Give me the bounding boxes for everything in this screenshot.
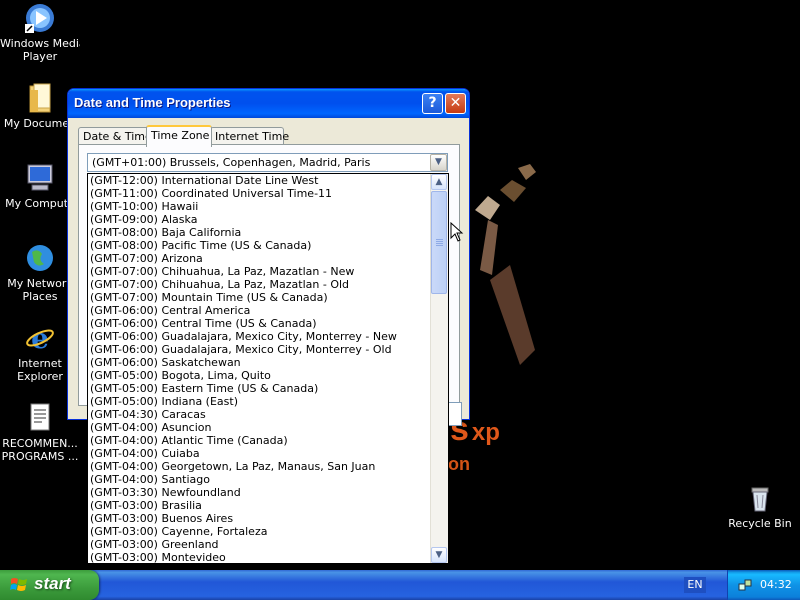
timezone-options: (GMT-12:00) International Date Line West… (88, 174, 432, 563)
timezone-option[interactable]: (GMT-08:00) Baja California (88, 226, 432, 239)
scroll-up-icon[interactable]: ▲ (431, 174, 447, 190)
start-button[interactable]: start (0, 570, 99, 600)
timezone-option[interactable]: (GMT-11:00) Coordinated Universal Time-1… (88, 187, 432, 200)
windows-flag-icon (10, 578, 27, 591)
timezone-option[interactable]: (GMT-04:00) Cuiaba (88, 447, 432, 460)
wallpaper-logo-line2: on (448, 454, 470, 474)
timezone-option[interactable]: (GMT-03:00) Brasilia (88, 499, 432, 512)
start-label: start (34, 574, 71, 593)
timezone-option[interactable]: (GMT-04:00) Santiago (88, 473, 432, 486)
text-document-icon (24, 402, 56, 434)
timezone-option[interactable]: (GMT-04:00) Asuncion (88, 421, 432, 434)
timezone-option[interactable]: (GMT-08:00) Pacific Time (US & Canada) (88, 239, 432, 252)
timezone-dropdown-list[interactable]: (GMT-12:00) International Date Line West… (87, 173, 449, 564)
timezone-option[interactable]: (GMT-10:00) Hawaii (88, 200, 432, 213)
mouse-cursor-icon (450, 222, 464, 242)
network-globe-icon (24, 242, 56, 274)
network-tray-icon[interactable] (738, 578, 752, 592)
desktop-icon-label: Player (22, 50, 58, 63)
language-indicator[interactable]: EN (684, 577, 706, 593)
timezone-option[interactable]: (GMT-06:00) Saskatchewan (88, 356, 432, 369)
clock: 04:32 (760, 578, 792, 591)
desktop-icon-windows-media-player[interactable]: Windows Media Player (0, 2, 80, 63)
timezone-option[interactable]: (GMT-03:00) Greenland (88, 538, 432, 551)
timezone-option[interactable]: (GMT-07:00) Chihuahua, La Paz, Mazatlan … (88, 278, 432, 291)
timezone-option[interactable]: (GMT-04:00) Georgetown, La Paz, Manaus, … (88, 460, 432, 473)
recycle-bin-icon (744, 482, 776, 514)
help-button[interactable]: ? (422, 93, 443, 114)
timezone-option[interactable]: (GMT-07:00) Arizona (88, 252, 432, 265)
timezone-option[interactable]: (GMT-12:00) International Date Line West (88, 174, 432, 187)
close-button[interactable]: ✕ (445, 93, 466, 114)
taskbar: start EN 04:32 (0, 570, 800, 600)
tab-internet-time[interactable]: Internet Time (210, 127, 289, 145)
timezone-select[interactable]: (GMT+01:00) Brussels, Copenhagen, Madrid… (87, 153, 448, 172)
desktop-icon-label: PROGRAMS ... (1, 450, 79, 463)
timezone-option[interactable]: (GMT-06:00) Central Time (US & Canada) (88, 317, 432, 330)
timezone-option[interactable]: (GMT-06:00) Guadalajara, Mexico City, Mo… (88, 330, 432, 343)
system-tray: 04:32 (727, 570, 800, 600)
internet-explorer-icon: e (24, 322, 56, 355)
timezone-option[interactable]: (GMT-05:00) Eastern Time (US & Canada) (88, 382, 432, 395)
timezone-option[interactable]: (GMT-03:00) Montevideo (88, 551, 432, 563)
dialog-title: Date and Time Properties (74, 95, 231, 110)
timezone-selected-value: (GMT+01:00) Brussels, Copenhagen, Madrid… (92, 156, 371, 169)
tab-date-time[interactable]: Date & Time (78, 127, 152, 145)
desktop-icon-label: Recycle Bin (728, 517, 792, 530)
chevron-down-icon[interactable]: ▼ (430, 154, 447, 171)
desktop-icon-recycle-bin[interactable]: Recycle Bin (720, 482, 800, 530)
timezone-option[interactable]: (GMT-03:00) Cayenne, Fortaleza (88, 525, 432, 538)
timezone-option[interactable]: (GMT-06:00) Guadalajara, Mexico City, Mo… (88, 343, 432, 356)
computer-icon (24, 162, 56, 194)
scroll-down-icon[interactable]: ▼ (431, 547, 447, 563)
media-player-icon (24, 2, 56, 34)
timezone-option[interactable]: (GMT-04:30) Caracas (88, 408, 432, 421)
svg-text:e: e (31, 322, 49, 354)
timezone-option[interactable]: (GMT-06:00) Central America (88, 304, 432, 317)
desktop-icon-label: Windows Media (0, 37, 80, 50)
timezone-option[interactable]: (GMT-07:00) Mountain Time (US & Canada) (88, 291, 432, 304)
timezone-option[interactable]: (GMT-09:00) Alaska (88, 213, 432, 226)
folder-icon (24, 82, 56, 114)
desktop-icon-label: RECOMMEN... (2, 437, 78, 450)
timezone-option[interactable]: (GMT-03:00) Buenos Aires (88, 512, 432, 525)
timezone-option[interactable]: (GMT-07:00) Chihuahua, La Paz, Mazatlan … (88, 265, 432, 278)
tab-time-zone[interactable]: Time Zone (146, 125, 212, 147)
timezone-option[interactable]: (GMT-03:30) Newfoundland (88, 486, 432, 499)
timezone-option[interactable]: (GMT-05:00) Bogota, Lima, Quito (88, 369, 432, 382)
timezone-option[interactable]: (GMT-04:00) Atlantic Time (Canada) (88, 434, 432, 447)
dialog-titlebar[interactable]: Date and Time Properties ? ✕ (68, 89, 469, 118)
timezone-option[interactable]: (GMT-05:00) Indiana (East) (88, 395, 432, 408)
list-scrollbar[interactable]: ▲ ▼ (430, 174, 448, 563)
scroll-thumb[interactable] (431, 191, 447, 294)
